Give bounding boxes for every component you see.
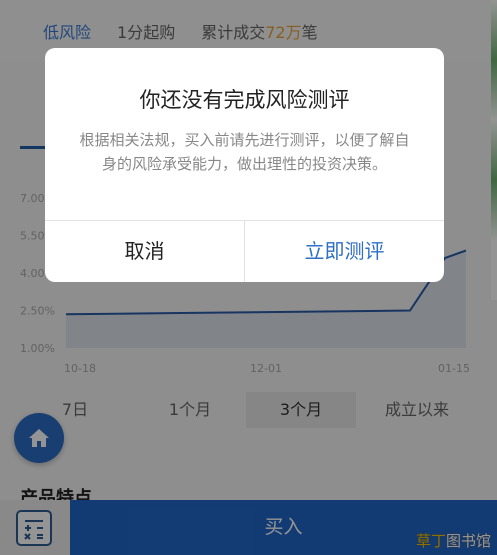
dialog-title: 你还没有完成风险测评 — [139, 88, 350, 112]
risk-assessment-dialog: 你还没有完成风险测评 根据相关法规，买入前请先进行测评，以便了解自身的风险承受能… — [45, 48, 444, 282]
start-assessment-button[interactable]: 立即测评 — [245, 221, 444, 282]
dialog-message: 根据相关法规，买入前请先进行测评，以便了解自身的风险承受能力，做出理性的投资决策… — [79, 131, 410, 173]
cancel-button[interactable]: 取消 — [45, 221, 244, 282]
